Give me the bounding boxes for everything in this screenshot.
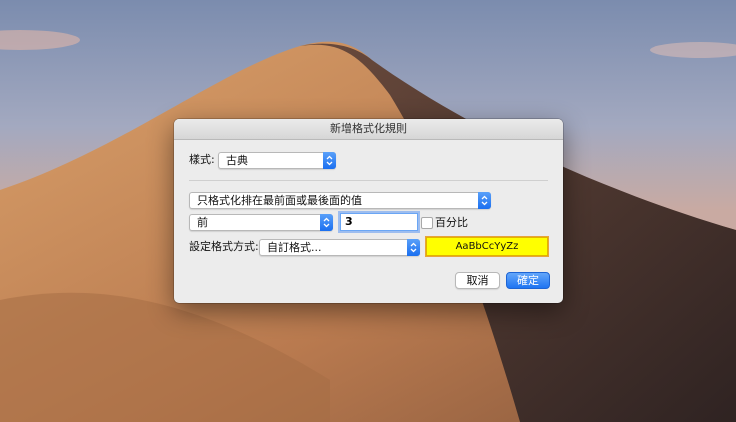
rule-type-value: 只格式化排在最前面或最後面的值 [197, 194, 362, 207]
format-with-value: 自訂格式... [267, 241, 322, 254]
chevron-updown-icon [323, 152, 336, 169]
dialog-title: 新增格式化規則 [174, 119, 563, 140]
desktop: 新增格式化規則 樣式: 古典 只格式化排在最前面或最後面的值 前 3 百分比 設… [0, 0, 736, 422]
rank-count-input[interactable]: 3 [340, 213, 418, 231]
chevron-updown-icon [407, 239, 420, 256]
top-bottom-popup[interactable]: 前 [189, 214, 333, 231]
format-with-popup[interactable]: 自訂格式... [259, 239, 420, 256]
percent-label: 百分比 [435, 216, 468, 229]
top-bottom-value: 前 [197, 216, 208, 229]
chevron-updown-icon [320, 214, 333, 231]
ok-button[interactable]: 確定 [506, 272, 550, 289]
separator [189, 180, 548, 181]
rule-type-popup[interactable]: 只格式化排在最前面或最後面的值 [189, 192, 491, 209]
format-with-label: 設定格式方式: [189, 240, 259, 253]
style-label: 樣式: [189, 153, 215, 166]
new-formatting-rule-dialog: 新增格式化規則 樣式: 古典 只格式化排在最前面或最後面的值 前 3 百分比 設… [174, 119, 563, 303]
percent-checkbox[interactable] [421, 217, 433, 229]
cancel-button[interactable]: 取消 [455, 272, 500, 289]
chevron-updown-icon [478, 192, 491, 209]
style-popup-value: 古典 [226, 154, 248, 167]
style-popup[interactable]: 古典 [218, 152, 336, 169]
format-preview: AaBbCcYyZz [426, 237, 548, 256]
